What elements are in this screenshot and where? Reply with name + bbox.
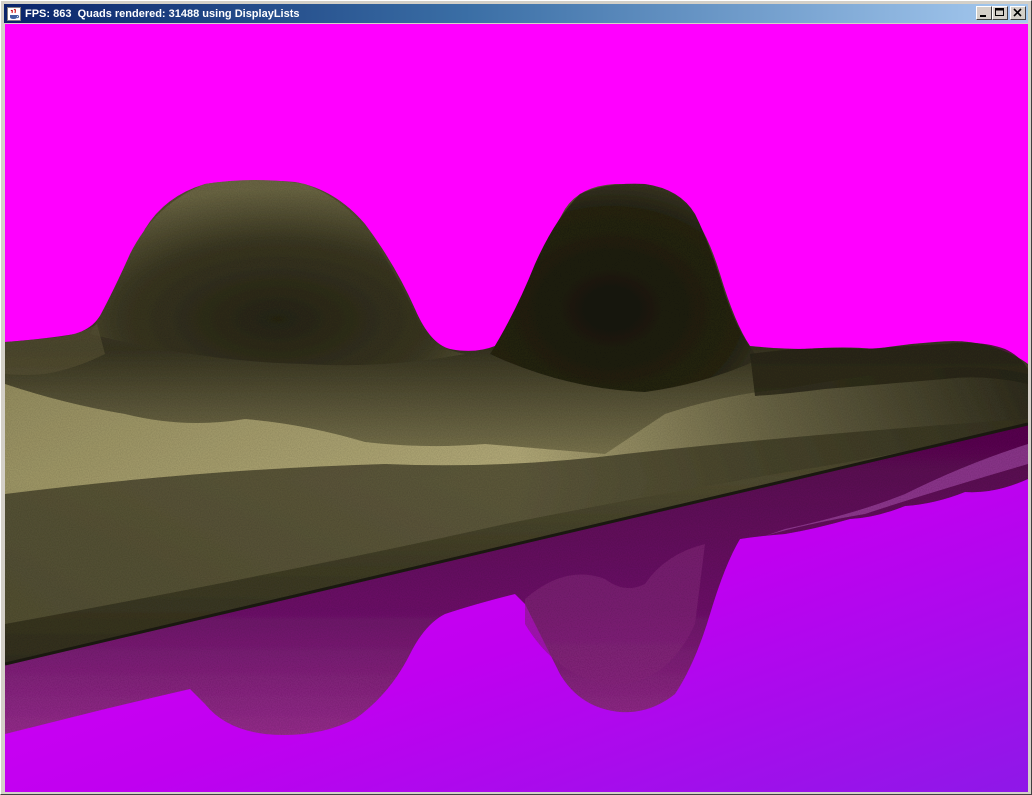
close-icon xyxy=(1013,8,1022,17)
terrain-scene xyxy=(5,24,1028,792)
minimize-button[interactable] xyxy=(976,6,992,20)
java-cup-icon[interactable] xyxy=(6,6,22,22)
title-bar[interactable]: FPS: 863 Quads rendered: 31488 using Dis… xyxy=(4,4,1028,23)
maximize-button[interactable] xyxy=(992,6,1008,20)
close-button[interactable] xyxy=(1010,6,1026,20)
maximize-icon xyxy=(995,8,1004,16)
title-buttons xyxy=(976,6,1026,20)
app-window: FPS: 863 Quads rendered: 31488 using Dis… xyxy=(0,0,1032,795)
render-viewport[interactable] xyxy=(5,24,1028,792)
minimize-icon xyxy=(980,15,986,17)
window-title: FPS: 863 Quads rendered: 31488 using Dis… xyxy=(25,7,300,20)
